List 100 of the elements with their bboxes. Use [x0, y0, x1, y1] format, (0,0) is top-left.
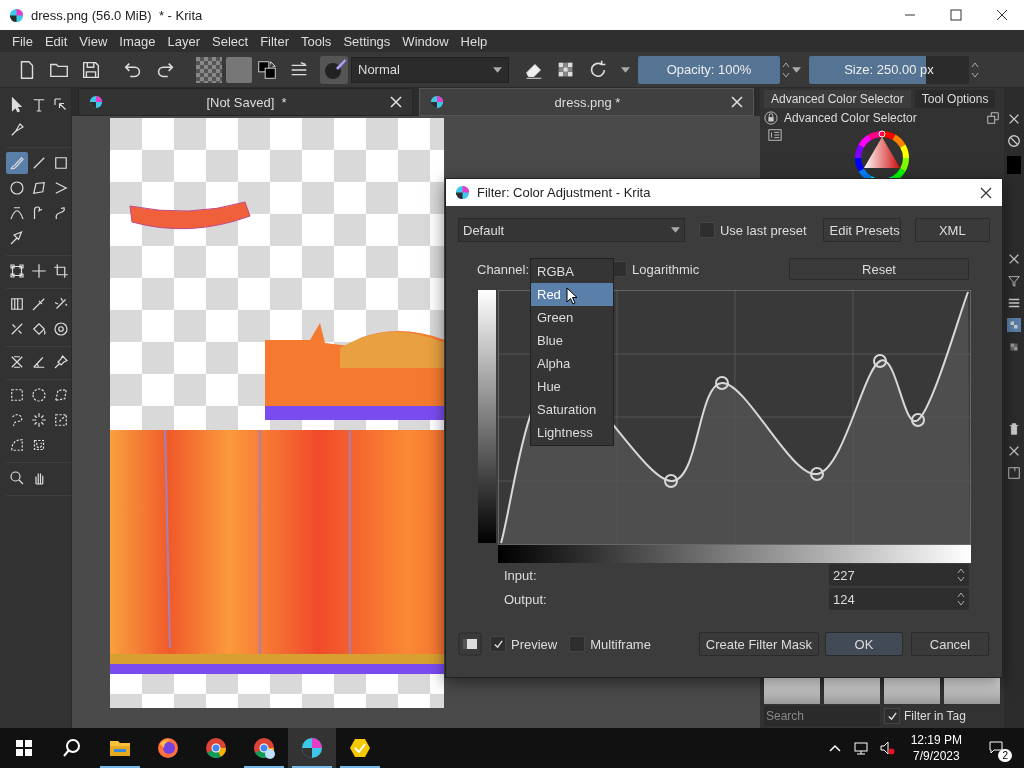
chrome-logo-icon	[252, 736, 276, 760]
dialog-title: Filter: Color Adjustment - Krita	[477, 185, 651, 200]
close-icon[interactable]	[996, 9, 1008, 21]
document-tab[interactable]: [Not Saved] *	[78, 88, 413, 116]
notification-count: 2	[998, 748, 1012, 762]
curve-point[interactable]	[664, 474, 678, 488]
menu-item[interactable]: Help	[454, 33, 494, 49]
dropdown-option[interactable]: Green	[531, 306, 613, 329]
dialog-button[interactable]: Cancel	[911, 632, 989, 656]
window-title: dress.png (56.0 MiB) * - Krita	[31, 7, 203, 23]
krita-taskbar-button[interactable]	[288, 728, 336, 768]
krita-logo-icon	[300, 736, 324, 760]
dialog-button[interactable]: Create Filter Mask	[698, 632, 819, 656]
input-label: Input:	[504, 567, 538, 583]
checkbox-label[interactable]: Use last preset	[719, 222, 807, 238]
menu-item[interactable]: Filter	[254, 33, 295, 49]
float-icon[interactable]	[986, 111, 1000, 125]
menu-item[interactable]: Settings	[337, 33, 397, 49]
caret-icon[interactable]	[621, 66, 630, 73]
dropdown-option[interactable]: Alpha	[531, 352, 613, 375]
caret-icon	[493, 66, 502, 73]
menu-item[interactable]: Edit	[38, 33, 74, 49]
color-swatch[interactable]	[1007, 156, 1021, 174]
krita-logo-icon	[89, 95, 103, 109]
krita-logo-icon	[430, 95, 444, 109]
krita-logo-icon	[455, 185, 470, 200]
dropdown-option[interactable]: RGBA	[531, 260, 613, 283]
brush-preset-icon[interactable]	[320, 55, 348, 84]
blend-mode-dropdown[interactable]: Normal	[351, 56, 509, 83]
menu-item[interactable]: View	[73, 33, 114, 49]
dialog-button[interactable]: Edit Presets	[822, 218, 901, 242]
dropdown-option[interactable]: Saturation	[531, 398, 613, 421]
size-slider[interactable]: Size: 250.00 px	[809, 55, 969, 84]
dropdown-option[interactable]: Red	[531, 283, 613, 306]
filter-icon[interactable]	[1007, 274, 1021, 288]
channel-label: Channel:	[477, 261, 530, 277]
dialog-button[interactable]: OK	[825, 632, 903, 656]
clock-time[interactable]: 12:19 PM	[910, 732, 962, 748]
caret-icon[interactable]	[792, 66, 801, 73]
pattern-swatch-icon[interactable]	[226, 56, 252, 83]
clock-date[interactable]: 7/9/2023	[912, 748, 960, 764]
dialog-button[interactable]: XML	[914, 218, 990, 242]
no-sign-icon[interactable]	[1007, 134, 1021, 148]
brush-preset-thumbnail[interactable]	[824, 678, 880, 704]
checkbox[interactable]	[490, 636, 506, 652]
curve-point[interactable]	[715, 376, 729, 390]
chat-bubble-icon	[988, 738, 1004, 755]
color-swatches-icon[interactable]	[256, 58, 278, 81]
output-spinbox[interactable]: 124	[829, 588, 969, 610]
reset-button[interactable]: Reset	[789, 258, 969, 280]
menu-item[interactable]: Window	[396, 33, 455, 49]
curve-point[interactable]	[911, 413, 925, 427]
mouse-pointer-icon	[566, 287, 578, 305]
lock-icon[interactable]	[764, 111, 778, 125]
network-icon[interactable]	[852, 740, 869, 756]
document-tab[interactable]: dress.png *	[419, 88, 754, 116]
split-view-icon[interactable]	[458, 632, 482, 656]
fox-globe-icon	[156, 736, 180, 760]
brush-preset-thumbnail[interactable]	[884, 678, 940, 704]
curve-point[interactable]	[810, 467, 824, 481]
checkmark-icon	[886, 710, 898, 722]
menu-item[interactable]: File	[6, 33, 39, 49]
dropdown-option[interactable]: Blue	[531, 329, 613, 352]
gradient-swatch-icon[interactable]	[196, 56, 222, 83]
checkmark-icon	[492, 638, 504, 650]
docker-tab[interactable]: Advanced Color Selector	[764, 90, 911, 108]
input-spinbox[interactable]: 227	[829, 564, 969, 586]
docker-title: Advanced Color Selector	[784, 111, 918, 125]
curve-point[interactable]	[873, 354, 887, 368]
docker-tab[interactable]: Tool Options	[914, 90, 996, 108]
brush-preset-thumbnail[interactable]	[944, 678, 1000, 704]
menu-item[interactable]: Tools	[295, 33, 338, 49]
brush-preset-thumbnail[interactable]	[764, 678, 820, 704]
checkbox-label[interactable]: Multiframe	[590, 636, 651, 652]
chrome-logo-icon	[204, 736, 228, 760]
output-label: Output:	[504, 591, 548, 607]
search-field[interactable]: Search	[764, 706, 880, 726]
caret-icon	[670, 227, 680, 233]
close-icon[interactable]	[980, 186, 992, 199]
menu-item[interactable]: Layer	[161, 33, 206, 49]
speaker-muted-icon[interactable]	[878, 740, 895, 756]
opacity-slider[interactable]: Opacity: 100%	[638, 55, 780, 84]
page-icon[interactable]	[1007, 466, 1021, 480]
checkbox-label[interactable]: Filter in Tag	[904, 709, 966, 723]
dropdown-option[interactable]: Lightness	[531, 421, 613, 444]
menu-item[interactable]: Image	[113, 33, 162, 49]
preset-dropdown[interactable]: Default	[458, 218, 685, 242]
checkbox-label[interactable]: Preview	[511, 636, 558, 652]
checkbox[interactable]	[884, 708, 900, 724]
maximize-icon[interactable]	[950, 9, 962, 21]
menu-item[interactable]: Select	[206, 33, 255, 49]
menu-icon[interactable]	[1007, 296, 1021, 310]
krita-logo-icon	[9, 7, 24, 23]
settings-list-icon[interactable]	[768, 128, 782, 142]
trash-icon[interactable]	[1007, 422, 1021, 436]
hexagon-icon	[348, 736, 372, 760]
dropdown-option[interactable]: Hue	[531, 375, 613, 398]
checkbox-label[interactable]: Logarithmic	[632, 261, 700, 277]
notifications-button[interactable]: 2	[978, 734, 1014, 762]
checkerboard-icon[interactable]	[1007, 318, 1021, 332]
